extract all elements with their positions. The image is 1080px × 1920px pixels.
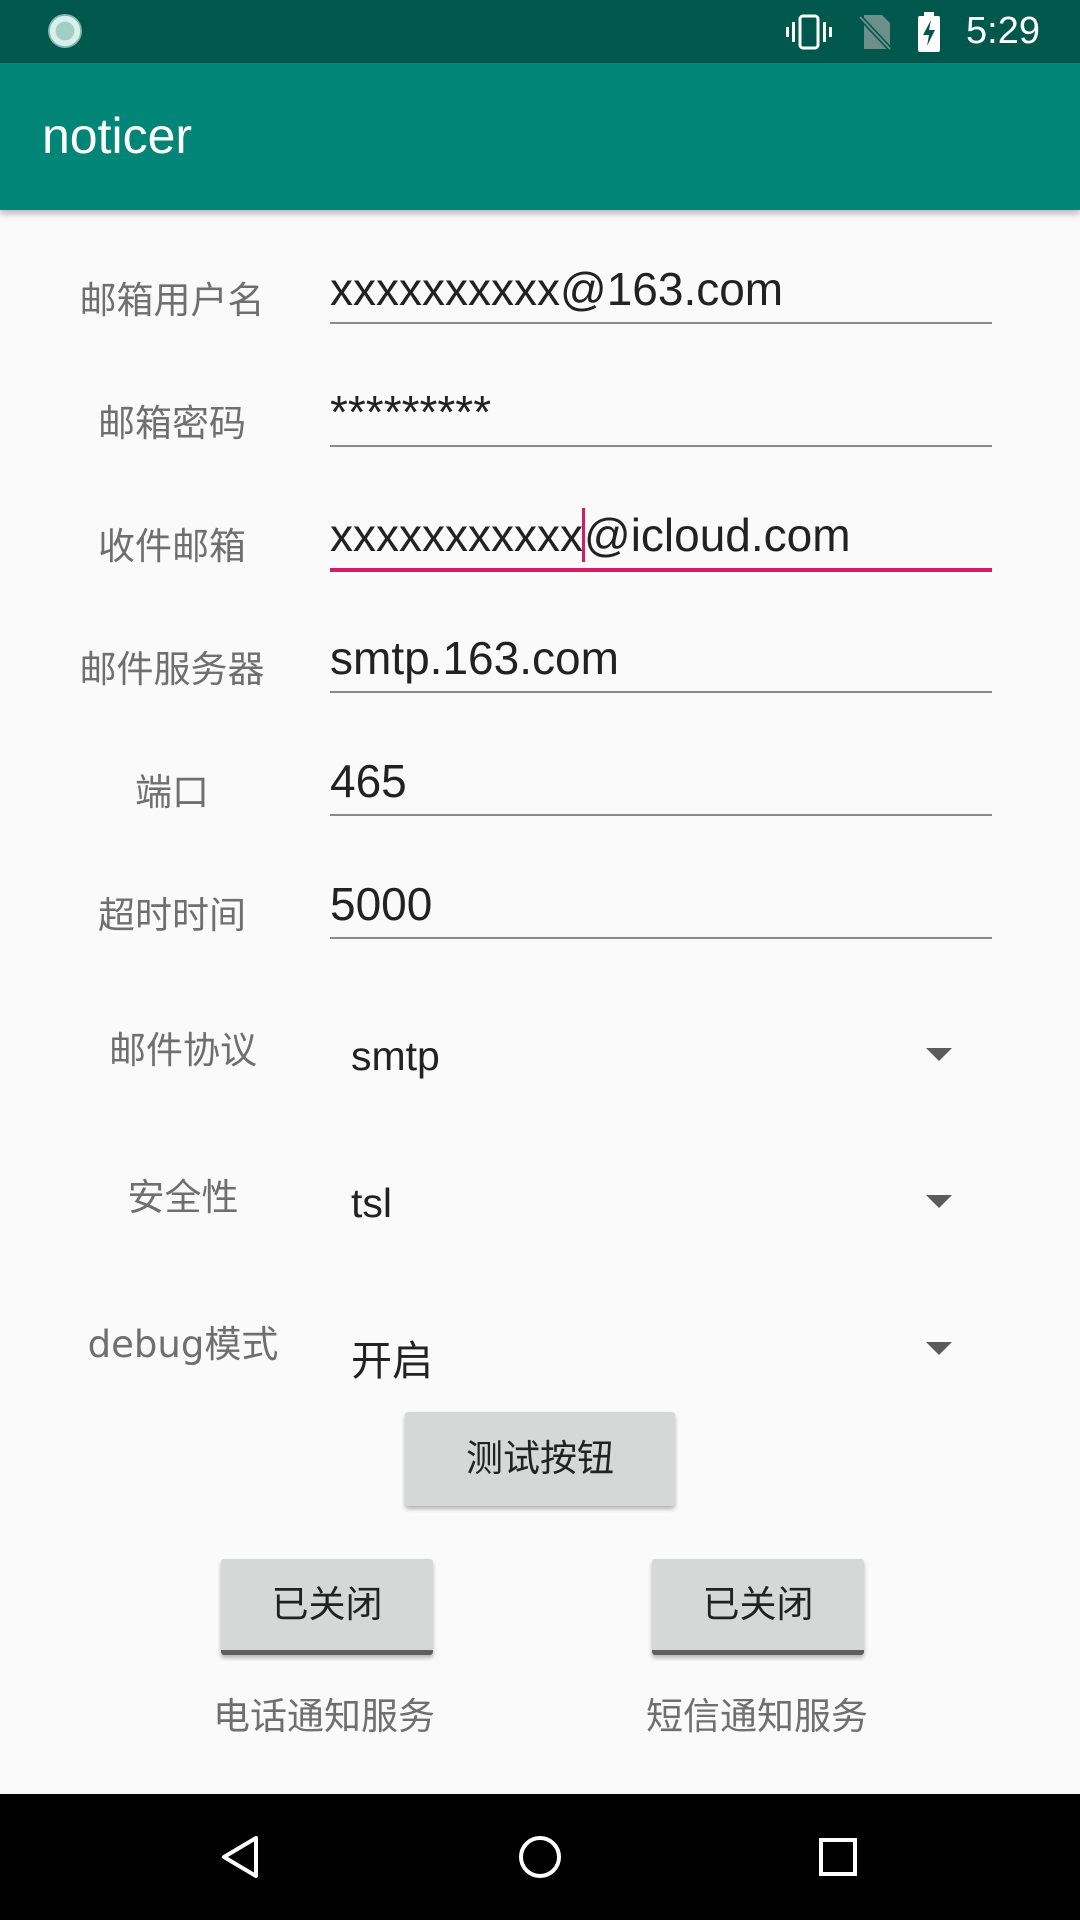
server-label: 邮件服务器 (79, 648, 265, 691)
app-bar: noticer (0, 63, 1080, 210)
security-label: 安全性 (127, 1176, 239, 1219)
sync-icon (48, 14, 82, 48)
port-label: 端口 (135, 771, 209, 814)
test-button[interactable]: 测试按钮 (405, 1412, 675, 1506)
protocol-label: 邮件协议 (109, 1029, 257, 1072)
app-title: noticer (42, 108, 193, 164)
password-label: 邮箱密码 (98, 402, 246, 445)
status-icons: 5:29 (786, 0, 1040, 63)
phone-service-label: 电话通知服务 (213, 1695, 435, 1738)
no-sim-icon (858, 13, 892, 51)
sms-service-label: 短信通知服务 (646, 1695, 868, 1738)
navigation-bar (0, 1794, 1080, 1920)
vibrate-icon (786, 13, 833, 51)
dropdown-arrow-icon (926, 1342, 952, 1355)
battery-charging-icon (918, 11, 941, 52)
debug-label: debug模式 (87, 1323, 279, 1366)
back-icon[interactable] (218, 1834, 262, 1880)
protocol-value: smtp (351, 1033, 440, 1079)
sms-service-toggle[interactable]: 已关闭 (652, 1559, 864, 1655)
recents-icon[interactable] (818, 1837, 858, 1877)
server-input[interactable]: smtp.163.com (330, 623, 992, 693)
port-input[interactable]: 465 (330, 746, 992, 816)
username-input[interactable]: xxxxxxxxxx@163.com (330, 254, 992, 324)
home-icon[interactable] (518, 1835, 562, 1879)
status-bar: 5:29 (0, 0, 1080, 63)
recipient-input[interactable]: xxxxxxxxxxx @icloud.com (330, 500, 992, 572)
recipient-label: 收件邮箱 (98, 525, 246, 568)
username-label: 邮箱用户名 (79, 279, 265, 322)
dropdown-arrow-icon (926, 1048, 952, 1061)
dropdown-arrow-icon (926, 1195, 952, 1208)
phone-service-toggle[interactable]: 已关闭 (221, 1559, 433, 1655)
debug-value: 开启 (351, 1338, 433, 1384)
security-value: tsl (351, 1180, 392, 1226)
timeout-label: 超时时间 (98, 894, 246, 937)
timeout-input[interactable]: 5000 (330, 869, 992, 939)
clock: 5:29 (966, 10, 1040, 52)
settings-form: 邮箱用户名 xxxxxxxxxx@163.com 邮箱密码 ********* … (0, 210, 1080, 1794)
password-input[interactable]: ********* (330, 377, 992, 447)
